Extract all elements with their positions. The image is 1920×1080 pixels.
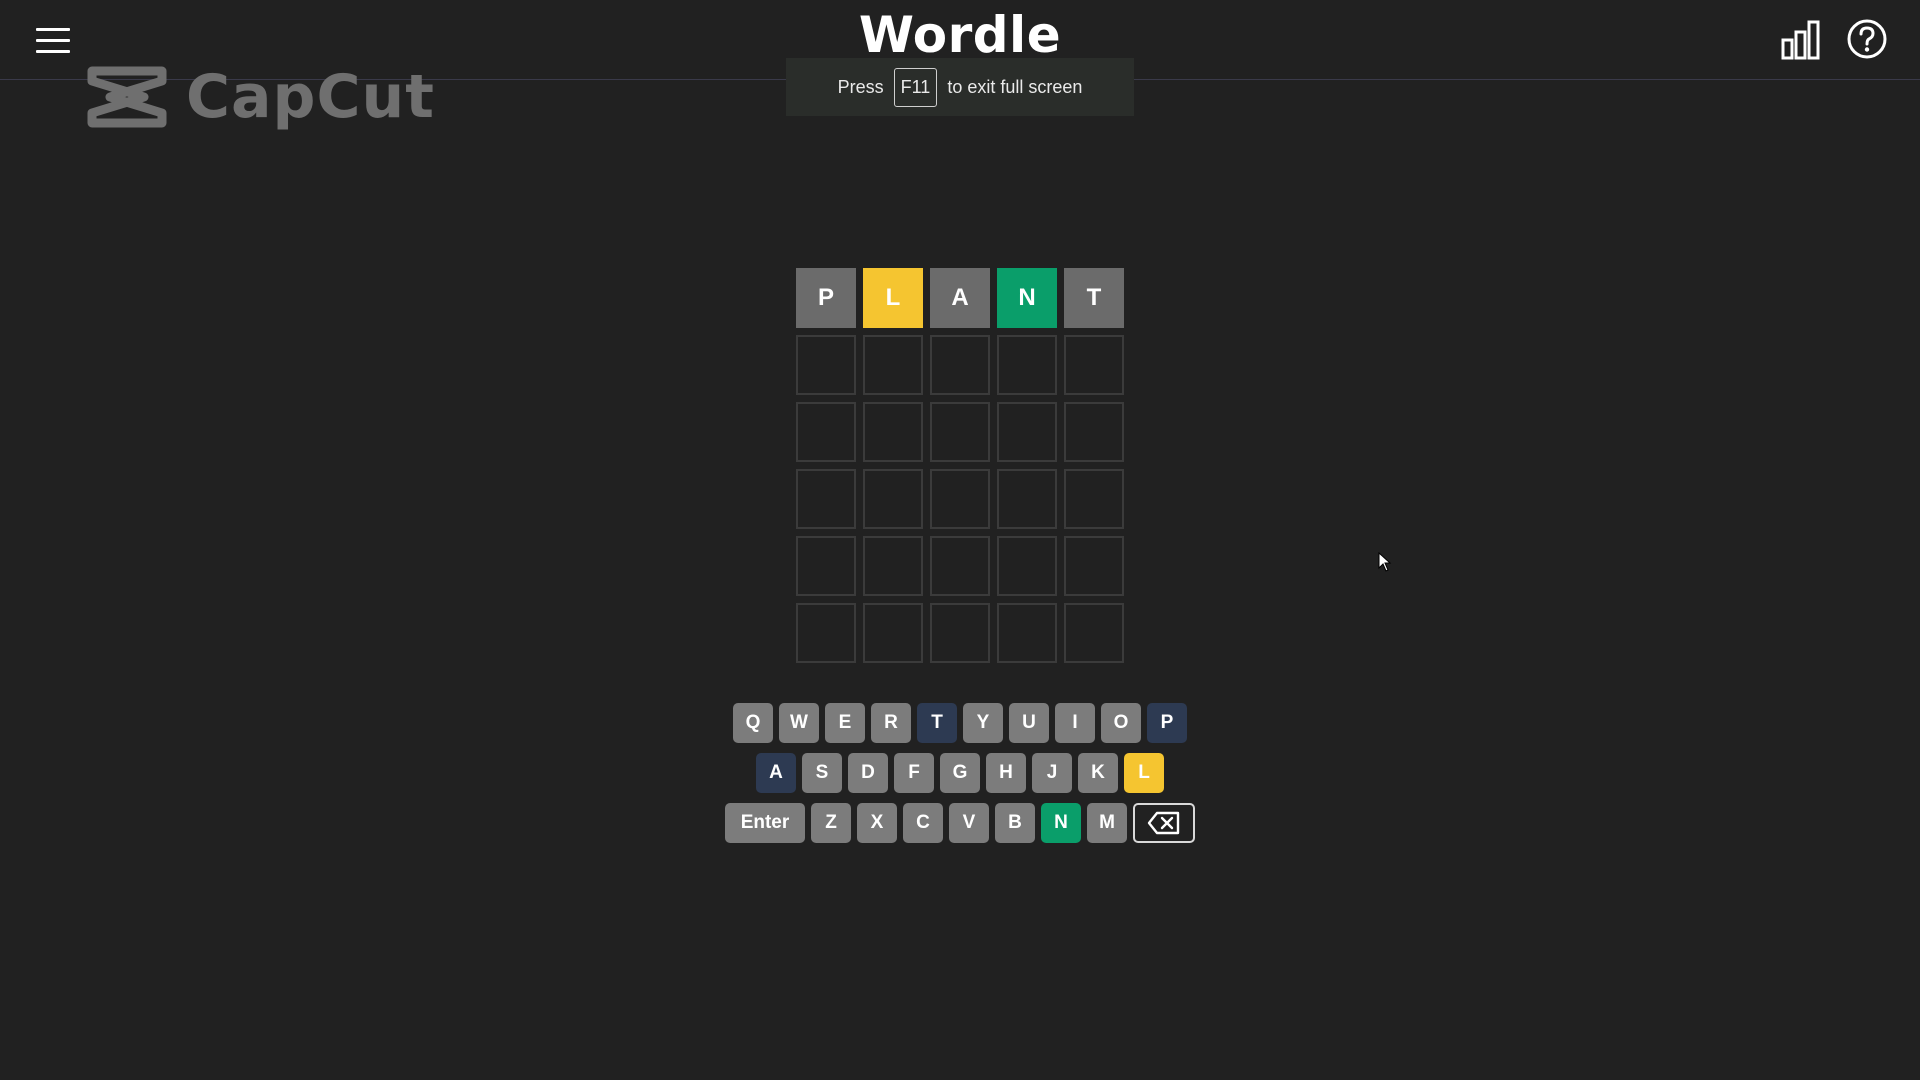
game-board: P L A N T <box>796 268 1124 670</box>
key-l[interactable]: L <box>1124 753 1164 793</box>
key-z[interactable]: Z <box>811 803 851 843</box>
capcut-watermark: CapCut <box>86 62 435 132</box>
board-row-2 <box>796 335 1124 395</box>
key-r[interactable]: R <box>871 703 911 743</box>
key-j[interactable]: J <box>1032 753 1072 793</box>
board-tile: L <box>863 268 923 328</box>
board-tile <box>997 402 1057 462</box>
board-tile <box>796 603 856 663</box>
board-tile <box>863 335 923 395</box>
board-tile <box>863 603 923 663</box>
board-tile <box>930 469 990 529</box>
fullscreen-hint-prefix: Press <box>837 76 884 97</box>
board-tile <box>863 469 923 529</box>
board-tile <box>1064 335 1124 395</box>
watermark-text: CapCut <box>186 62 435 132</box>
key-f[interactable]: F <box>894 753 934 793</box>
f11-key-badge: F11 <box>893 67 938 107</box>
key-b[interactable]: B <box>995 803 1035 843</box>
key-v[interactable]: V <box>949 803 989 843</box>
board-tile <box>930 402 990 462</box>
key-c[interactable]: C <box>903 803 943 843</box>
key-i[interactable]: I <box>1055 703 1095 743</box>
key-s[interactable]: S <box>802 753 842 793</box>
board-tile <box>796 469 856 529</box>
keyboard-row-3: Enter Z X C V B N M <box>0 803 1920 843</box>
board-tile <box>863 536 923 596</box>
board-tile: T <box>1064 268 1124 328</box>
board-tile <box>1064 603 1124 663</box>
key-y[interactable]: Y <box>963 703 1003 743</box>
board-row-4 <box>796 469 1124 529</box>
key-u[interactable]: U <box>1009 703 1049 743</box>
board-tile: P <box>796 268 856 328</box>
key-w[interactable]: W <box>779 703 819 743</box>
key-x[interactable]: X <box>857 803 897 843</box>
enter-key[interactable]: Enter <box>725 803 805 843</box>
backspace-key[interactable] <box>1133 803 1195 843</box>
key-k[interactable]: K <box>1078 753 1118 793</box>
board-row-6 <box>796 603 1124 663</box>
board-tile <box>997 536 1057 596</box>
key-n[interactable]: N <box>1041 803 1081 843</box>
board-tile <box>796 335 856 395</box>
board-tile <box>1064 402 1124 462</box>
board-tile <box>930 335 990 395</box>
board-tile <box>863 402 923 462</box>
key-q[interactable]: Q <box>733 703 773 743</box>
keyboard-row-2: A S D F G H J K L <box>0 753 1920 793</box>
key-e[interactable]: E <box>825 703 865 743</box>
page-title: Wordle <box>858 6 1062 64</box>
key-m[interactable]: M <box>1087 803 1127 843</box>
bar-chart-icon[interactable] <box>1780 18 1822 62</box>
key-d[interactable]: D <box>848 753 888 793</box>
board-row-5 <box>796 536 1124 596</box>
capcut-logo-icon <box>87 66 167 128</box>
key-a[interactable]: A <box>756 753 796 793</box>
board-tile <box>796 536 856 596</box>
keyboard-row-1: Q W E R T Y U I O P <box>0 703 1920 743</box>
key-o[interactable]: O <box>1101 703 1141 743</box>
board-tile <box>930 536 990 596</box>
board-tile: N <box>997 268 1057 328</box>
mouse-pointer-icon <box>1378 551 1392 576</box>
on-screen-keyboard: Q W E R T Y U I O P A S D F G H J K L En… <box>0 703 1920 853</box>
key-g[interactable]: G <box>940 753 980 793</box>
key-p[interactable]: P <box>1147 703 1187 743</box>
key-t[interactable]: T <box>917 703 957 743</box>
backspace-icon <box>1147 811 1180 835</box>
board-tile <box>997 335 1057 395</box>
fullscreen-hint-suffix: to exit full screen <box>947 76 1083 97</box>
key-h[interactable]: H <box>986 753 1026 793</box>
board-row-3 <box>796 402 1124 462</box>
board-tile <box>1064 469 1124 529</box>
board-tile <box>930 603 990 663</box>
board-tile <box>997 469 1057 529</box>
board-row-1: P L A N T <box>796 268 1124 328</box>
board-tile <box>796 402 856 462</box>
board-tile: A <box>930 268 990 328</box>
fullscreen-hint: Press F11 to exit full screen <box>786 58 1134 116</box>
board-tile <box>1064 536 1124 596</box>
board-tile <box>997 603 1057 663</box>
question-circle-icon[interactable] <box>1846 18 1888 60</box>
